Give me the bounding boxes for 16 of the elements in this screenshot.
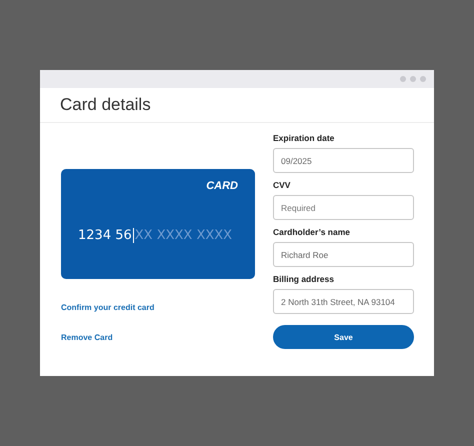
card-brand: CARD xyxy=(206,180,238,192)
save-button[interactable]: Save xyxy=(273,325,414,349)
field-label: Billing address xyxy=(273,274,335,284)
field-label: Cardholder’s name xyxy=(273,227,351,237)
input-field[interactable]: Richard Roe xyxy=(273,242,414,267)
link[interactable]: Confirm your credit card xyxy=(61,303,154,312)
window-title: Card details xyxy=(60,95,151,115)
link[interactable]: Remove Card xyxy=(61,333,113,342)
masked-digits: XX XXXX XXXX xyxy=(134,228,232,243)
input-field[interactable]: 2 North 31th Street, NA 93104 xyxy=(273,289,414,314)
input-field[interactable]: Required xyxy=(273,195,414,220)
field-label: Expiration date xyxy=(273,133,336,143)
input-field[interactable]: 09/2025 xyxy=(273,148,414,173)
text-cursor xyxy=(132,228,134,243)
card-number: 1234 56 xyxy=(78,228,132,243)
field-label: CVV xyxy=(273,180,292,190)
